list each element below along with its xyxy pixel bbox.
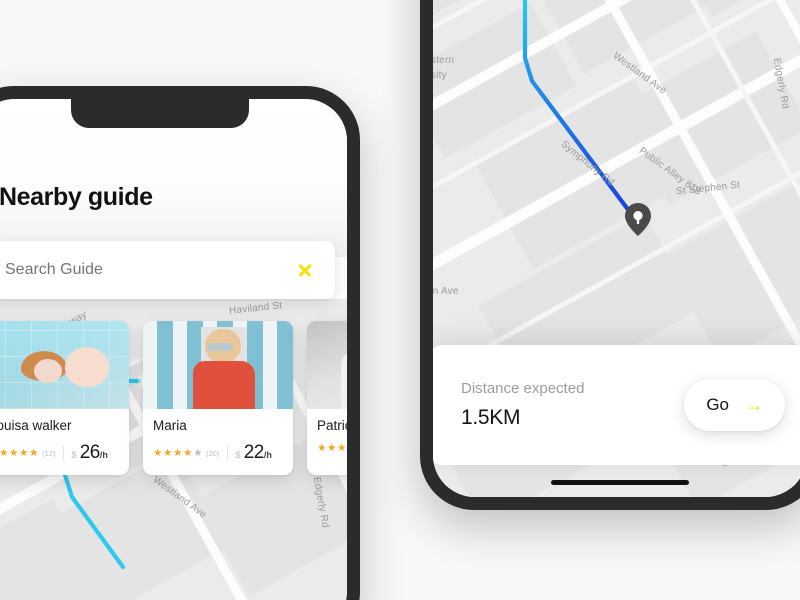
guide-card[interactable]: Maria ★★★★★ (20) $ 22 /h [143,321,293,475]
distance-value: 1.5KM [461,406,521,429]
guide-price: $ 26 /h [71,442,107,464]
currency-symbol: $ [235,450,241,461]
map-label: stern [433,55,455,66]
divider [227,445,229,461]
guide-name: Patric [317,418,347,433]
screen-route: Burbank St Westland Ave Edgerly Rd Symph… [433,0,800,497]
price-unit: /h [99,450,108,460]
phone-notch [71,99,249,128]
star-rating-icon: ★★★★★ [153,447,204,459]
arrow-right-icon: → [745,395,763,415]
phone-right: Burbank St Westland Ave Edgerly Rd Symph… [420,0,800,510]
price-unit: /h [263,450,272,460]
home-indicator[interactable] [551,480,689,485]
go-button[interactable]: Go → [684,379,785,431]
star-rating-icon: ★★★★★ [0,447,40,459]
price-amount: 22 [243,442,265,463]
destination-pin-icon[interactable] [625,203,651,236]
guide-photo [0,321,129,409]
guide-name: Maria [153,418,187,433]
review-count: (12) [42,448,56,458]
screen-nearby-guide: Burbank St Westland Ave Edgerly Rd way H… [0,99,347,600]
review-count: (20) [206,448,220,458]
guide-card[interactable]: Patric ★★★ [307,321,347,475]
close-x-icon[interactable] [295,260,315,280]
price-amount: 26 [79,442,101,463]
search-input[interactable] [5,261,295,279]
go-button-label: Go [706,395,729,414]
phone-left: Burbank St Westland Ave Edgerly Rd way H… [0,86,360,600]
page-title: Nearby guide [0,183,153,211]
guide-photo [143,321,293,409]
distance-sheet: Distance expected 1.5KM Go → [433,345,800,465]
map-label: sity [433,70,447,81]
guide-rating-row: ★★★ [317,442,347,454]
guide-name: Louisa walker [0,418,72,433]
divider [63,445,65,461]
guide-card[interactable]: Louisa walker ★★★★★ (12) $ 26 /h [0,321,129,475]
guide-rating-row: ★★★★★ (12) $ 26 /h [0,442,119,464]
star-rating-icon: ★★★ [317,442,347,454]
distance-info: Distance expected 1.5KM [461,380,584,430]
guide-photo [307,321,347,409]
map-label: on Ave [433,286,459,297]
guide-price: $ 22 /h [235,442,271,464]
guide-rating-row: ★★★★★ (20) $ 22 /h [153,442,283,464]
search-bar[interactable] [0,241,335,299]
screenshot-stage: Burbank St Westland Ave Edgerly Rd Symph… [0,0,800,600]
distance-label: Distance expected [461,380,585,397]
guide-card-list[interactable]: Louisa walker ★★★★★ (12) $ 26 /h [0,321,347,475]
currency-symbol: $ [71,450,77,461]
